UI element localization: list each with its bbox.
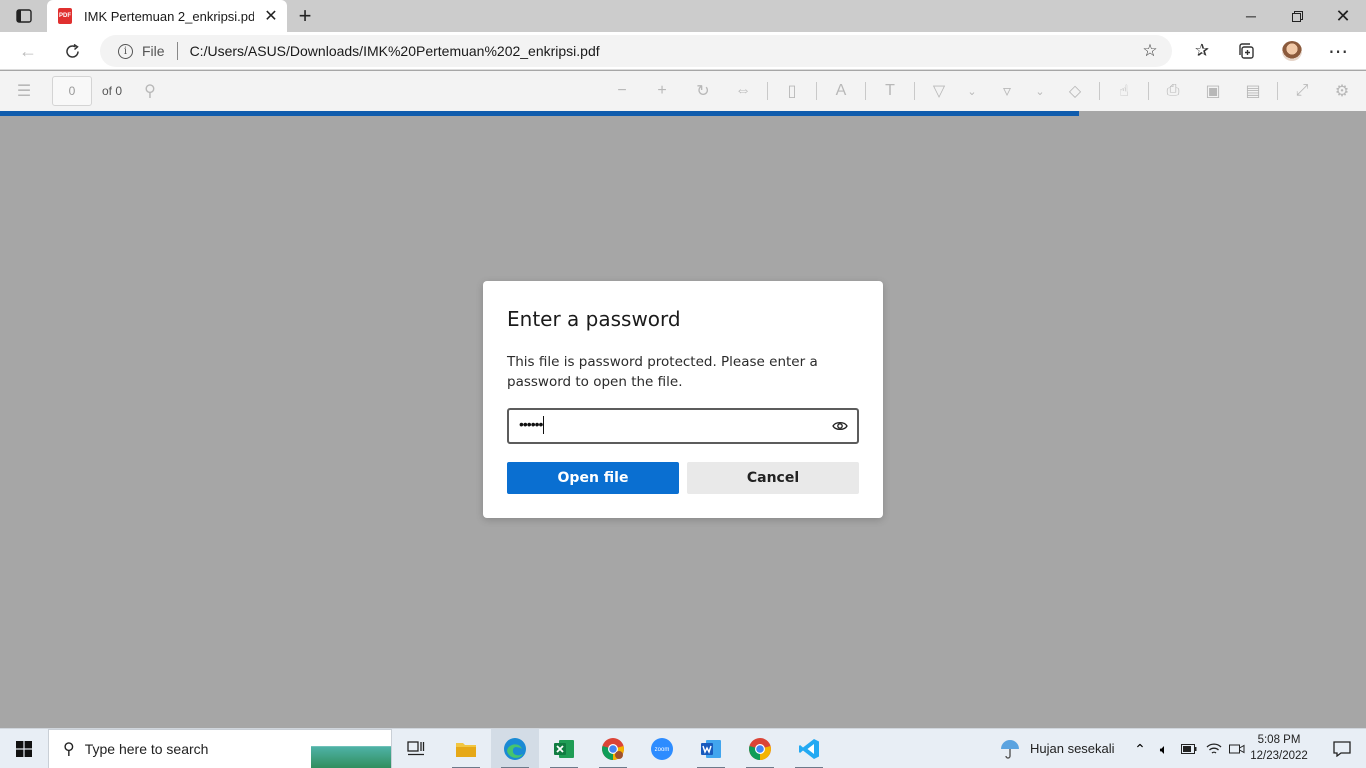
tab-title: IMK Pertemuan 2_enkripsi.pdf [84, 8, 254, 24]
start-button[interactable] [0, 729, 48, 768]
url-scheme: File [142, 43, 165, 59]
more-menu-icon[interactable]: ⋯ [1324, 37, 1352, 65]
info-icon[interactable]: i [118, 43, 133, 59]
zoom-out-icon[interactable]: − [612, 81, 632, 101]
add-favorite-icon[interactable]: ☆ [1140, 41, 1160, 60]
task-view-icon[interactable] [392, 729, 440, 768]
toolbar-divider [1148, 82, 1149, 100]
touch-hand-icon[interactable]: ☝ [1114, 81, 1134, 101]
avatar [1282, 41, 1302, 61]
fit-width-icon[interactable]: ⇔ [733, 81, 753, 101]
volume-icon[interactable]: 🔈︎ [1153, 729, 1175, 768]
highlight-options-chevron-down-icon[interactable]: ⌄ [1030, 81, 1050, 101]
highlight-icon[interactable]: ▿ [997, 81, 1017, 101]
svg-text:zoom: zoom [655, 747, 670, 753]
profile-button[interactable] [1278, 37, 1306, 65]
edge-browser-icon[interactable] [491, 729, 539, 768]
contents-icon[interactable]: ☰ [14, 81, 34, 101]
refresh-button[interactable] [58, 37, 86, 65]
toolbar-divider [865, 82, 866, 100]
pdf-file-icon: PDF [58, 8, 72, 24]
collections-icon [1239, 43, 1254, 59]
tray-chevron-up-icon[interactable]: ⌃ [1130, 729, 1150, 768]
search-placeholder: Type here to search [84, 741, 209, 757]
minimize-button[interactable]: ─ [1228, 0, 1274, 32]
save-icon[interactable]: ▣ [1203, 81, 1223, 101]
dialog-title: Enter a password [507, 307, 681, 331]
toolbar-divider [1099, 82, 1100, 100]
save-as-icon[interactable]: ▤ [1243, 81, 1263, 101]
refresh-icon [65, 43, 79, 58]
open-file-button[interactable]: Open file [507, 462, 679, 494]
tab-actions-button[interactable] [8, 4, 40, 28]
pdf-toolbar: ☰ 0 of 0 ⚲ − + ↻ ⇔ ▯ A T ▽ ⌄ ▿ ⌄ ◇ ☝ ⎙ ▣… [0, 71, 1366, 111]
load-progress-fill [0, 111, 1080, 116]
tab-close-button[interactable]: ✕ [263, 8, 279, 25]
vscode-icon[interactable] [785, 729, 833, 768]
add-text-icon[interactable]: T [880, 81, 900, 101]
page-number-input[interactable]: 0 [52, 76, 92, 106]
toolbar-divider [816, 82, 817, 100]
notifications-icon[interactable] [1318, 729, 1366, 768]
toolbar-divider [914, 82, 915, 100]
collections-button[interactable] [1232, 37, 1260, 65]
chrome-profile-icon[interactable] [589, 729, 637, 768]
excel-icon[interactable] [540, 729, 588, 768]
dialog-message: This file is password protected. Please … [507, 354, 818, 390]
search-highlight-illustration [311, 730, 391, 768]
back-button[interactable]: ← [14, 37, 42, 65]
address-bar[interactable]: i File C:/Users/ASUS/Downloads/IMK%20Per… [100, 35, 1172, 67]
tab-active[interactable]: PDF IMK Pertemuan 2_enkripsi.pdf ✕ [47, 0, 287, 32]
fullscreen-icon[interactable]: ⤢ [1292, 81, 1312, 101]
password-dots: •••••• [519, 416, 543, 432]
file-explorer-icon[interactable] [442, 729, 490, 768]
restore-button[interactable] [1274, 0, 1320, 32]
tab-actions-icon [16, 9, 32, 23]
word-icon[interactable] [687, 729, 735, 768]
battery-icon[interactable] [1178, 729, 1200, 768]
zoom-in-icon[interactable]: + [652, 81, 672, 101]
text-caret [543, 416, 545, 435]
password-value: •••••• [519, 416, 545, 435]
weather-umbrella-icon[interactable] [994, 729, 1026, 768]
clock-time: 5:08 PM [1257, 734, 1301, 746]
find-search-icon[interactable]: ⚲ [140, 81, 160, 101]
page-view-icon[interactable]: ▯ [782, 81, 802, 101]
close-window-button[interactable]: ✕ [1320, 0, 1366, 32]
taskbar-search-box[interactable]: ⚲ Type here to search [48, 729, 392, 768]
address-separator [176, 42, 178, 60]
read-aloud-icon[interactable]: A [831, 81, 851, 101]
load-progress-bar [0, 111, 1366, 116]
rotate-icon[interactable]: ↻ [693, 81, 713, 101]
print-icon[interactable]: ⎙ [1163, 81, 1183, 101]
taskbar: ⚲ Type here to search zoom Hujan sesekal… [0, 728, 1366, 768]
url-text[interactable]: C:/Users/ASUS/Downloads/IMK%20Pertemuan%… [190, 43, 600, 59]
settings-gear-icon[interactable]: ⚙ [1332, 81, 1352, 101]
cancel-button[interactable]: Cancel [687, 462, 859, 494]
page-count: of 0 [102, 84, 123, 98]
clock-date: 12/23/2022 [1250, 750, 1308, 762]
windows-logo-icon [16, 741, 32, 757]
screen: PDF IMK Pertemuan 2_enkripsi.pdf ✕ + ─ ✕… [0, 0, 1366, 768]
draw-icon[interactable]: ▽ [929, 81, 949, 101]
wifi-icon[interactable] [1203, 729, 1225, 768]
search-icon: ⚲ [63, 741, 75, 758]
zoom-app-icon[interactable]: zoom [638, 729, 686, 768]
chrome-icon[interactable] [736, 729, 784, 768]
password-dialog: Enter a password This file is password p… [483, 281, 883, 518]
show-password-eye-icon[interactable] [831, 418, 849, 434]
draw-options-chevron-down-icon[interactable]: ⌄ [962, 81, 982, 101]
camera-icon[interactable] [1226, 729, 1248, 768]
weather-text[interactable]: Hujan sesekali [1030, 741, 1115, 756]
favorites-icon[interactable]: ✰ [1188, 37, 1216, 65]
navigation-bar: ← i File C:/Users/ASUS/Downloads/IMK%20P… [0, 32, 1366, 70]
system-clock[interactable]: 5:08 PM 12/23/2022 [1250, 732, 1308, 764]
password-input[interactable]: •••••• [507, 408, 859, 444]
erase-icon[interactable]: ◇ [1065, 81, 1085, 101]
tab-strip: PDF IMK Pertemuan 2_enkripsi.pdf ✕ + ─ ✕ [0, 0, 1366, 32]
new-tab-button[interactable]: + [293, 3, 317, 28]
toolbar-divider [1277, 82, 1278, 100]
restore-icon [1291, 10, 1303, 22]
toolbar-divider [767, 82, 768, 100]
